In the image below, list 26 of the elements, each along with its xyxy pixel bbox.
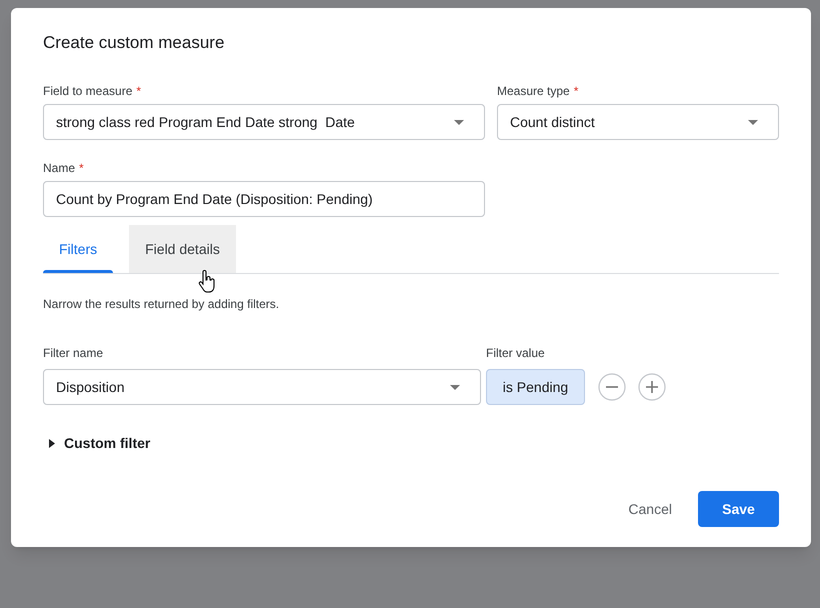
filter-value-chip[interactable]: is Pending <box>486 369 585 405</box>
save-button[interactable]: Save <box>698 491 779 527</box>
required-mark: * <box>136 83 142 100</box>
select-field[interactable]: strong class red Program End Date strong Date <box>43 104 485 140</box>
filter-value-label: Filter value <box>486 345 546 362</box>
dropdown-caret-icon <box>748 120 758 124</box>
field-label: Name <box>43 160 76 177</box>
select-field[interactable]: Count distinct <box>497 104 779 140</box>
cancel-button[interactable]: Cancel <box>626 491 674 527</box>
dropdown-caret-icon <box>450 384 460 390</box>
filter-name-label: Filter name <box>43 345 104 362</box>
tab[interactable]: Filters <box>43 225 114 273</box>
required-mark: * <box>574 83 578 100</box>
custom-filter-toggle[interactable]: Custom filter <box>49 433 150 454</box>
add-circle-icon[interactable] <box>638 373 666 401</box>
input-field[interactable]: Count by Program End Date (Disposition: Pending) <box>43 181 485 217</box>
hand-cursor-icon <box>198 270 216 294</box>
expand-triangle-icon <box>49 439 55 448</box>
description-text: Narrow the results returned by adding filters. <box>43 296 280 313</box>
tab[interactable]: Field details <box>129 225 236 273</box>
required-mark: * <box>79 160 84 177</box>
field-label: Measure type <box>497 83 570 100</box>
filter-name-select[interactable]: Disposition <box>43 369 481 405</box>
dropdown-caret-icon <box>454 120 464 124</box>
dialog-title: Create custom measure <box>43 32 226 52</box>
field-label: Field to measure <box>43 83 132 100</box>
